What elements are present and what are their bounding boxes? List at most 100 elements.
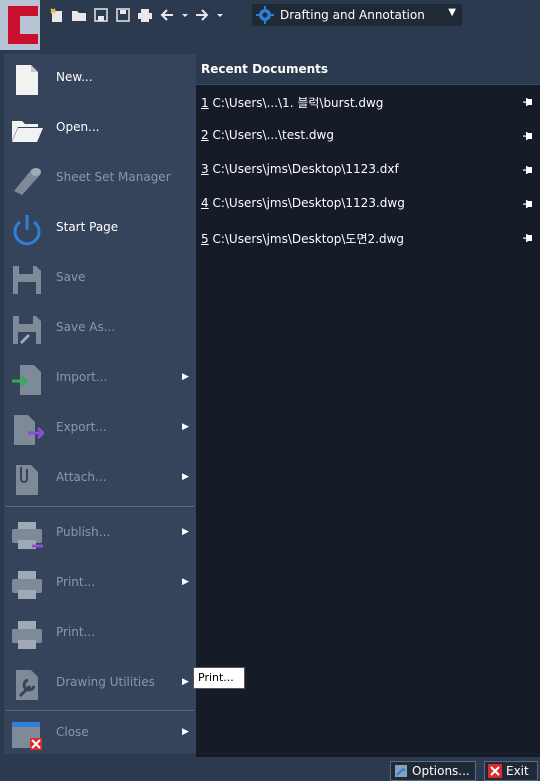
menu-item-drawing-utilities[interactable]: Drawing Utilities ▶ [4, 659, 196, 709]
menu-label: Open... [56, 120, 100, 134]
menu-label: Print... [56, 625, 96, 639]
recent-document-path: C:\Users\jms\Desktop\도면2.dwg [208, 232, 404, 246]
tooltip-text: Print... [198, 671, 234, 684]
qnew-button[interactable] [48, 6, 66, 24]
app-menu-button[interactable] [0, 0, 46, 50]
recent-documents-title: Recent Documents [201, 62, 329, 76]
save-as-icon [13, 316, 41, 344]
menu-item-close[interactable]: Close ▶ [4, 709, 196, 759]
options-button[interactable]: Options... [390, 761, 476, 781]
redo-button[interactable] [193, 6, 211, 24]
arrow-left-icon [160, 9, 173, 21]
close-icon [488, 764, 502, 778]
tooltip: Print... [193, 667, 245, 689]
menu-item-start-page[interactable]: Start Page [4, 204, 196, 254]
quick-access-toolbar [48, 4, 228, 26]
undo-dropdown[interactable] [180, 6, 190, 24]
arrow-right-icon [196, 9, 209, 21]
menu-label: Save As... [56, 320, 116, 334]
menu-divider [6, 506, 194, 507]
redo-dropdown[interactable] [215, 6, 225, 24]
recent-document-number: 1 [201, 96, 209, 110]
menu-label: New... [56, 70, 93, 84]
chevron-right-icon: ▶ [182, 727, 189, 737]
import-icon [12, 365, 41, 395]
menu-item-import[interactable]: Import... ▶ [4, 354, 196, 404]
recent-document-path: C:\Users\jms\Desktop\1123.dwg [208, 196, 405, 210]
recent-document-item[interactable]: 2 C:\Users\...\test.dwg [196, 124, 540, 148]
menu-label: Import... [56, 370, 108, 384]
menu-label: Sheet Set Manager [56, 170, 171, 184]
menu-label: Drawing Utilities [56, 675, 155, 689]
menu-item-sheet-set-manager[interactable]: Sheet Set Manager [4, 154, 196, 204]
open-folder-icon [72, 11, 86, 21]
chevron-right-icon: ▶ [182, 677, 189, 687]
app-logo-icon [8, 0, 46, 50]
chevron-right-icon: ▶ [182, 527, 189, 537]
recent-document-item[interactable]: 4 C:\Users\jms\Desktop\1123.dwg [196, 192, 540, 216]
recent-document-number: 4 [201, 196, 209, 210]
menu-label: Attach... [56, 470, 107, 484]
qprint-button[interactable] [136, 6, 154, 24]
chevron-down-icon: ▼ [448, 7, 456, 18]
recent-document-number: 2 [201, 128, 209, 142]
menu-label: Close [56, 725, 89, 739]
menu-item-attach[interactable]: Attach... ▶ [4, 454, 196, 504]
options-label: Options... [412, 764, 470, 778]
recent-document-item[interactable]: 1 C:\Users\...\1. 블럭\burst.dwg [196, 90, 540, 114]
recent-documents-header: Recent Documents [196, 54, 540, 85]
undo-button[interactable] [158, 6, 176, 24]
menu-label: Print... [56, 575, 96, 589]
menu-item-open[interactable]: Open... [4, 104, 196, 154]
recent-document-item[interactable]: 3 C:\Users\jms\Desktop\1123.dxf [196, 158, 540, 182]
wrench-icon [16, 670, 38, 700]
save-as-icon [116, 8, 130, 22]
menu-item-print[interactable]: Print... [4, 609, 196, 659]
menu-item-publish[interactable]: Publish... ▶ [4, 509, 196, 559]
menu-item-save[interactable]: Save [4, 254, 196, 304]
pin-icon[interactable] [523, 96, 535, 108]
qsave-button[interactable] [92, 6, 110, 24]
power-icon [13, 215, 41, 246]
chevron-right-icon: ▶ [182, 372, 189, 382]
exit-button[interactable]: Exit [484, 761, 538, 781]
menu-item-print-submenu[interactable]: Print... ▶ [4, 559, 196, 609]
chevron-right-icon: ▶ [182, 577, 189, 587]
recent-document-path: C:\Users\...\test.dwg [208, 128, 334, 142]
recent-document-path: C:\Users\jms\Desktop\1123.dxf [208, 162, 399, 176]
menu-item-save-as[interactable]: Save As... [4, 304, 196, 354]
menu-label: Start Page [56, 220, 119, 234]
application-menu: New... Open... Sheet Set Manager Start P… [4, 54, 196, 754]
sheet-set-icon [14, 168, 41, 195]
pin-icon[interactable] [523, 130, 535, 142]
qopen-button[interactable] [70, 6, 88, 24]
options-icon [395, 765, 407, 777]
top-toolbar: Drafting and Annotation ▼ [0, 0, 540, 50]
print-icon [12, 621, 42, 649]
recent-document-number: 5 [201, 232, 209, 246]
recent-documents-panel: Recent Documents 1 C:\Users\...\1. 블럭\bu… [196, 54, 540, 757]
qsave-as-button[interactable] [114, 6, 132, 24]
pin-icon[interactable] [523, 164, 535, 176]
open-folder-icon [12, 121, 43, 142]
chevron-right-icon: ▶ [182, 422, 189, 432]
chevron-right-icon: ▶ [182, 472, 189, 482]
menu-label: Save [56, 270, 86, 284]
recent-document-item[interactable]: 5 C:\Users\jms\Desktop\도면2.dwg [196, 226, 540, 250]
export-icon [14, 415, 44, 445]
publish-icon [12, 522, 43, 549]
pin-icon[interactable] [523, 232, 535, 244]
new-sparkle-icon [50, 8, 62, 22]
gear-icon [256, 6, 274, 24]
new-icon [16, 65, 38, 95]
pin-icon[interactable] [523, 198, 535, 210]
menu-item-new[interactable]: New... [4, 54, 196, 104]
close-drawing-icon [12, 722, 42, 750]
print-icon [12, 571, 42, 599]
workspace-switcher[interactable]: Drafting and Annotation ▼ [252, 4, 462, 26]
menu-item-export[interactable]: Export... ▶ [4, 404, 196, 454]
recent-document-number: 3 [201, 162, 209, 176]
recent-document-path: C:\Users\...\1. 블럭\burst.dwg [208, 96, 384, 110]
caret-down-icon [217, 14, 223, 17]
save-icon [94, 8, 108, 22]
